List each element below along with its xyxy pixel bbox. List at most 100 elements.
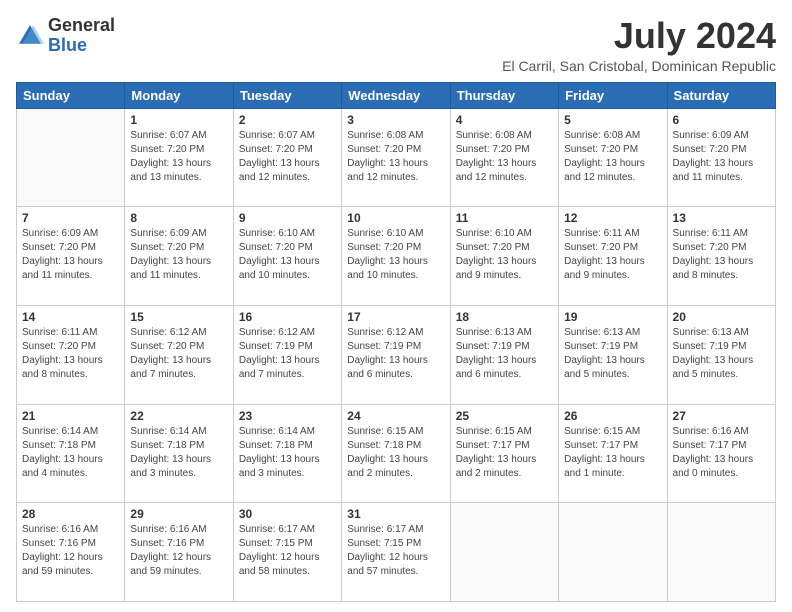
day-number: 22: [130, 409, 227, 423]
sunset-text: Sunset: 7:20 PM: [130, 143, 227, 157]
daylight-text: Daylight: 13 hours and 8 minutes.: [673, 255, 770, 283]
sunset-text: Sunset: 7:20 PM: [130, 241, 227, 255]
header: General Blue July 2024 El Carril, San Cr…: [16, 16, 776, 74]
day-info: Sunrise: 6:12 AMSunset: 7:20 PMDaylight:…: [130, 326, 227, 382]
sunrise-text: Sunrise: 6:17 AM: [347, 523, 444, 537]
sunset-text: Sunset: 7:19 PM: [239, 340, 336, 354]
day-info: Sunrise: 6:15 AMSunset: 7:17 PMDaylight:…: [456, 425, 553, 481]
sunset-text: Sunset: 7:20 PM: [564, 143, 661, 157]
table-row: 16Sunrise: 6:12 AMSunset: 7:19 PMDayligh…: [233, 305, 341, 404]
logo-icon: [16, 22, 44, 50]
sunrise-text: Sunrise: 6:08 AM: [347, 129, 444, 143]
sunrise-text: Sunrise: 6:09 AM: [673, 129, 770, 143]
day-number: 4: [456, 113, 553, 127]
day-info: Sunrise: 6:11 AMSunset: 7:20 PMDaylight:…: [673, 227, 770, 283]
day-number: 8: [130, 211, 227, 225]
table-row: 21Sunrise: 6:14 AMSunset: 7:18 PMDayligh…: [17, 404, 125, 503]
day-number: 31: [347, 507, 444, 521]
day-info: Sunrise: 6:13 AMSunset: 7:19 PMDaylight:…: [673, 326, 770, 382]
daylight-text: Daylight: 13 hours and 6 minutes.: [347, 354, 444, 382]
sunrise-text: Sunrise: 6:08 AM: [564, 129, 661, 143]
table-row: 2Sunrise: 6:07 AMSunset: 7:20 PMDaylight…: [233, 108, 341, 207]
daylight-text: Daylight: 13 hours and 9 minutes.: [564, 255, 661, 283]
sunrise-text: Sunrise: 6:14 AM: [130, 425, 227, 439]
sunset-text: Sunset: 7:20 PM: [456, 143, 553, 157]
sunrise-text: Sunrise: 6:07 AM: [130, 129, 227, 143]
table-row: 4Sunrise: 6:08 AMSunset: 7:20 PMDaylight…: [450, 108, 558, 207]
sunset-text: Sunset: 7:20 PM: [22, 241, 119, 255]
sunset-text: Sunset: 7:20 PM: [673, 143, 770, 157]
calendar-week-row: 21Sunrise: 6:14 AMSunset: 7:18 PMDayligh…: [17, 404, 776, 503]
day-info: Sunrise: 6:13 AMSunset: 7:19 PMDaylight:…: [456, 326, 553, 382]
table-row: 22 Sunrise: 6:14 AMSunset: 7:18 PMDayligh…: [125, 404, 233, 503]
table-row: 13 Sunrise: 6:11 AMSunset: 7:20 PMDayligh…: [667, 207, 775, 306]
logo-blue-text: Blue: [48, 36, 115, 56]
day-number: 13: [673, 211, 770, 225]
day-info: Sunrise: 6:17 AMSunset: 7:15 PMDaylight:…: [347, 523, 444, 579]
daylight-text: Daylight: 13 hours and 3 minutes.: [239, 453, 336, 481]
day-info: Sunrise: 6:14 AMSunset: 7:18 PMDaylight:…: [22, 425, 119, 481]
sunset-text: Sunset: 7:20 PM: [239, 143, 336, 157]
daylight-text: Daylight: 13 hours and 5 minutes.: [673, 354, 770, 382]
daylight-text: Daylight: 13 hours and 7 minutes.: [239, 354, 336, 382]
daylight-text: Daylight: 13 hours and 13 minutes.: [130, 157, 227, 185]
day-info: Sunrise: 6:14 AMSunset: 7:18 PMDaylight:…: [239, 425, 336, 481]
col-monday: Monday: [125, 82, 233, 108]
day-number: 25: [456, 409, 553, 423]
col-saturday: Saturday: [667, 82, 775, 108]
sunset-text: Sunset: 7:17 PM: [673, 439, 770, 453]
sunset-text: Sunset: 7:20 PM: [564, 241, 661, 255]
day-info: Sunrise: 6:12 AMSunset: 7:19 PMDaylight:…: [347, 326, 444, 382]
sunrise-text: Sunrise: 6:12 AM: [239, 326, 336, 340]
day-number: 23: [239, 409, 336, 423]
sunset-text: Sunset: 7:19 PM: [564, 340, 661, 354]
day-number: 26: [564, 409, 661, 423]
day-info: Sunrise: 6:09 AMSunset: 7:20 PMDaylight:…: [130, 227, 227, 283]
table-row: 6Sunrise: 6:09 AMSunset: 7:20 PMDaylight…: [667, 108, 775, 207]
sunset-text: Sunset: 7:20 PM: [239, 241, 336, 255]
day-info: Sunrise: 6:17 AMSunset: 7:15 PMDaylight:…: [239, 523, 336, 579]
sunset-text: Sunset: 7:20 PM: [347, 241, 444, 255]
table-row: 11Sunrise: 6:10 AMSunset: 7:20 PMDayligh…: [450, 207, 558, 306]
daylight-text: Daylight: 13 hours and 10 minutes.: [347, 255, 444, 283]
day-info: Sunrise: 6:08 AMSunset: 7:20 PMDaylight:…: [347, 129, 444, 185]
day-number: 24: [347, 409, 444, 423]
day-info: Sunrise: 6:14 AMSunset: 7:18 PMDaylight:…: [130, 425, 227, 481]
table-row: [17, 108, 125, 207]
logo-general-text: General: [48, 16, 115, 36]
day-number: 17: [347, 310, 444, 324]
day-info: Sunrise: 6:16 AMSunset: 7:17 PMDaylight:…: [673, 425, 770, 481]
sunset-text: Sunset: 7:20 PM: [347, 143, 444, 157]
table-row: 10Sunrise: 6:10 AMSunset: 7:20 PMDayligh…: [342, 207, 450, 306]
table-row: 19Sunrise: 6:13 AMSunset: 7:19 PMDayligh…: [559, 305, 667, 404]
sunrise-text: Sunrise: 6:14 AM: [239, 425, 336, 439]
sunrise-text: Sunrise: 6:11 AM: [22, 326, 119, 340]
sunset-text: Sunset: 7:19 PM: [456, 340, 553, 354]
calendar-week-row: 7Sunrise: 6:09 AMSunset: 7:20 PMDaylight…: [17, 207, 776, 306]
daylight-text: Daylight: 13 hours and 12 minutes.: [239, 157, 336, 185]
sunrise-text: Sunrise: 6:13 AM: [673, 326, 770, 340]
day-info: Sunrise: 6:11 AMSunset: 7:20 PMDaylight:…: [22, 326, 119, 382]
day-number: 5: [564, 113, 661, 127]
sunset-text: Sunset: 7:20 PM: [673, 241, 770, 255]
daylight-text: Daylight: 12 hours and 59 minutes.: [22, 551, 119, 579]
day-number: 11: [456, 211, 553, 225]
table-row: 20Sunrise: 6:13 AMSunset: 7:19 PMDayligh…: [667, 305, 775, 404]
calendar-header-row: Sunday Monday Tuesday Wednesday Thursday…: [17, 82, 776, 108]
col-thursday: Thursday: [450, 82, 558, 108]
daylight-text: Daylight: 13 hours and 0 minutes.: [673, 453, 770, 481]
location-subtitle: El Carril, San Cristobal, Dominican Repu…: [502, 58, 776, 74]
sunset-text: Sunset: 7:20 PM: [22, 340, 119, 354]
daylight-text: Daylight: 13 hours and 4 minutes.: [22, 453, 119, 481]
sunrise-text: Sunrise: 6:09 AM: [22, 227, 119, 241]
day-info: Sunrise: 6:15 AMSunset: 7:17 PMDaylight:…: [564, 425, 661, 481]
table-row: 3Sunrise: 6:08 AMSunset: 7:20 PMDaylight…: [342, 108, 450, 207]
sunrise-text: Sunrise: 6:11 AM: [673, 227, 770, 241]
day-info: Sunrise: 6:15 AMSunset: 7:18 PMDaylight:…: [347, 425, 444, 481]
daylight-text: Daylight: 13 hours and 2 minutes.: [347, 453, 444, 481]
page: General Blue July 2024 El Carril, San Cr…: [0, 0, 792, 612]
table-row: 25 Sunrise: 6:15 AMSunset: 7:17 PMDayligh…: [450, 404, 558, 503]
daylight-text: Daylight: 13 hours and 2 minutes.: [456, 453, 553, 481]
table-row: 30Sunrise: 6:17 AMSunset: 7:15 PMDayligh…: [233, 503, 341, 602]
table-row: 5Sunrise: 6:08 AMSunset: 7:20 PMDaylight…: [559, 108, 667, 207]
